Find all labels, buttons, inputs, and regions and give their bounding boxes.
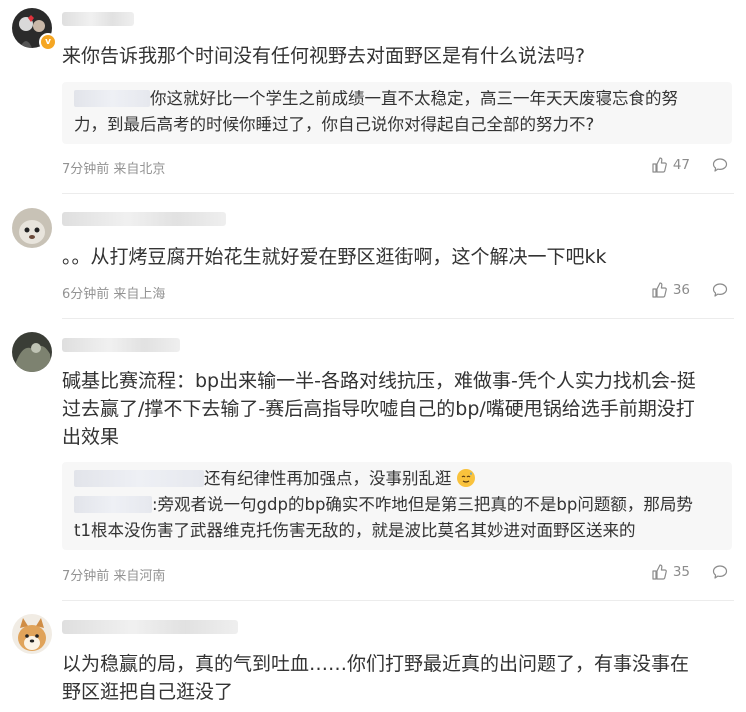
comment-time: 7分钟前 [62, 162, 110, 177]
divider [62, 600, 734, 601]
like-button[interactable]: 35 [651, 564, 690, 580]
avatar[interactable] [12, 614, 52, 654]
reply-text: 还有纪律性再加强点，没事别乱逛 [204, 469, 452, 488]
verified-badge-icon: v [39, 33, 57, 51]
reply-box[interactable]: 还有纪律性再加强点，没事别乱逛 :旁观者说一句gdp的bp确实不咋地但是第三把真… [62, 462, 732, 550]
like-count: 36 [672, 282, 690, 298]
comment-time: 6分钟前 [62, 287, 110, 302]
reply-username-blurred[interactable] [74, 90, 150, 107]
reply-button[interactable] [712, 282, 728, 298]
reply-button[interactable] [712, 157, 728, 173]
reply-text: 力，到最后高考的时候你睡过了，你自己说你对得起自己全部的努力不? [74, 115, 595, 134]
like-count: 35 [672, 564, 690, 580]
comment-meta: 7分钟前 来自河南 [62, 565, 165, 584]
username-blurred[interactable] [62, 620, 238, 634]
comment-text: 以为稳赢的局，真的气到吐血……你们打野最近真的出问题了，有事没事在 野区逛把自己… [62, 653, 690, 703]
divider [62, 318, 734, 319]
avatar[interactable] [12, 208, 52, 248]
thumbs-up-icon [652, 157, 667, 173]
like-count: 47 [672, 157, 690, 173]
reply-box[interactable]: 你这就好比一个学生之前成绩一直不太稳定，高三一年天天废寝忘食的努 力，到最后高考… [62, 82, 732, 144]
thumbs-up-icon [652, 282, 667, 298]
reply-text: t1根本没伤害了武器维克托伤害无敌的，就是波比莫名其妙进对面野区送来的 [74, 521, 636, 540]
comment-location: 来自上海 [113, 287, 166, 302]
username-blurred[interactable] [62, 12, 134, 26]
like-button[interactable]: 47 [651, 157, 690, 173]
comment-meta: 6分钟前 来自上海 [62, 283, 165, 302]
comment-text: 碱基比赛流程：bp出来输一半-各路对线抗压，难做事-凭个人实力找机会-挺 过去赢… [62, 370, 696, 448]
thumbs-up-icon [652, 564, 667, 580]
comment-meta: 7分钟前 来自北京 [62, 158, 165, 177]
reply-text: :旁观者说一句gdp的bp确实不咋地但是第三把真的不是bp问题额，那局势 [152, 495, 693, 514]
speech-bubble-icon [712, 565, 728, 579]
comment-feed: v 来你告诉我那个时间没有任何视野去对面野区是有什么说法吗? 你这就好比一个学生… [0, 0, 746, 712]
like-button[interactable]: 36 [651, 282, 690, 298]
comment-time: 7分钟前 [62, 569, 110, 584]
divider [62, 193, 734, 194]
avatar[interactable] [12, 332, 52, 372]
comment-text: 。。从打烤豆腐开始花生就好爱在野区逛街啊，这个解决一下吧kk [62, 246, 607, 268]
speech-bubble-icon [712, 158, 728, 172]
sweat-smile-emoji-icon [456, 469, 475, 487]
reply-username-blurred[interactable] [74, 496, 152, 513]
reply-username-blurred[interactable] [74, 470, 204, 487]
username-blurred[interactable] [62, 212, 226, 226]
reply-text: 你这就好比一个学生之前成绩一直不太稳定，高三一年天天废寝忘食的努 [150, 89, 678, 108]
reply-button[interactable] [712, 564, 728, 580]
username-blurred[interactable] [62, 338, 180, 352]
comment-location: 来自北京 [113, 162, 166, 177]
speech-bubble-icon [712, 283, 728, 297]
comment-location: 来自河南 [113, 569, 166, 584]
comment-text: 来你告诉我那个时间没有任何视野去对面野区是有什么说法吗? [62, 45, 586, 67]
